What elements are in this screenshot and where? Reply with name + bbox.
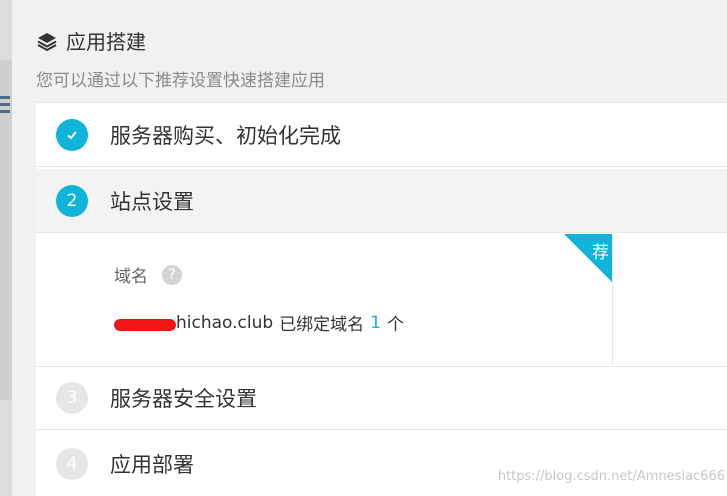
check-icon [56,118,88,151]
help-icon[interactable]: ? [162,264,182,285]
step-number: 4 [56,448,88,480]
step-label: 应用部署 [110,453,194,477]
step-number: 3 [56,382,88,414]
menu-icon[interactable] [0,96,10,117]
redaction-mark [114,318,176,331]
checkmark-glyph [67,130,77,139]
page-title: 应用搭建 [66,30,146,54]
watermark: https://blog.csdn.net/Amnesiac666 [497,469,725,484]
domain-panel-side [613,234,727,365]
menu-icon-bar [0,110,10,113]
page-header: 应用搭建 [36,26,146,55]
step-site-settings[interactable]: 2 站点设置 [36,169,727,233]
layers-icon [37,32,57,51]
recommend-badge-text: 荐 [592,243,609,263]
page: 应用搭建 您可以通过以下推荐设置快速搭建应用 服务器购买、初始化完成 2 站点设… [0,0,727,496]
domain-label: 域名 [114,267,148,287]
domain-label-row: 域名 ? [114,262,182,287]
step-label: 服务器安全设置 [110,387,257,411]
step-label: 服务器购买、初始化完成 [110,123,341,148]
menu-icon-bar [0,96,10,99]
step-label: 站点设置 [110,189,194,214]
page-subtitle: 您可以通过以下推荐设置快速搭建应用 [36,71,325,91]
bound-text: 已绑定域名 [279,315,365,335]
count-unit: 个 [387,315,405,335]
domain-name[interactable]: hichao.club [176,313,273,333]
step-server-purchase[interactable]: 服务器购买、初始化完成 [36,103,727,167]
setup-card: 服务器购买、初始化完成 2 站点设置 荐 域名 ? hichao.club 已绑… [36,102,727,496]
step-app-deploy[interactable]: 4 应用部署 [36,432,727,496]
domain-panel: 荐 域名 ? hichao.club 已绑定域名 1 个 [36,234,613,365]
bound-count[interactable]: 1 [370,313,381,333]
step-server-security[interactable]: 3 服务器安全设置 [36,366,727,430]
menu-icon-bar [0,103,10,106]
domain-info: hichao.club 已绑定域名 1 个 [114,310,404,335]
step-number: 2 [56,184,88,217]
